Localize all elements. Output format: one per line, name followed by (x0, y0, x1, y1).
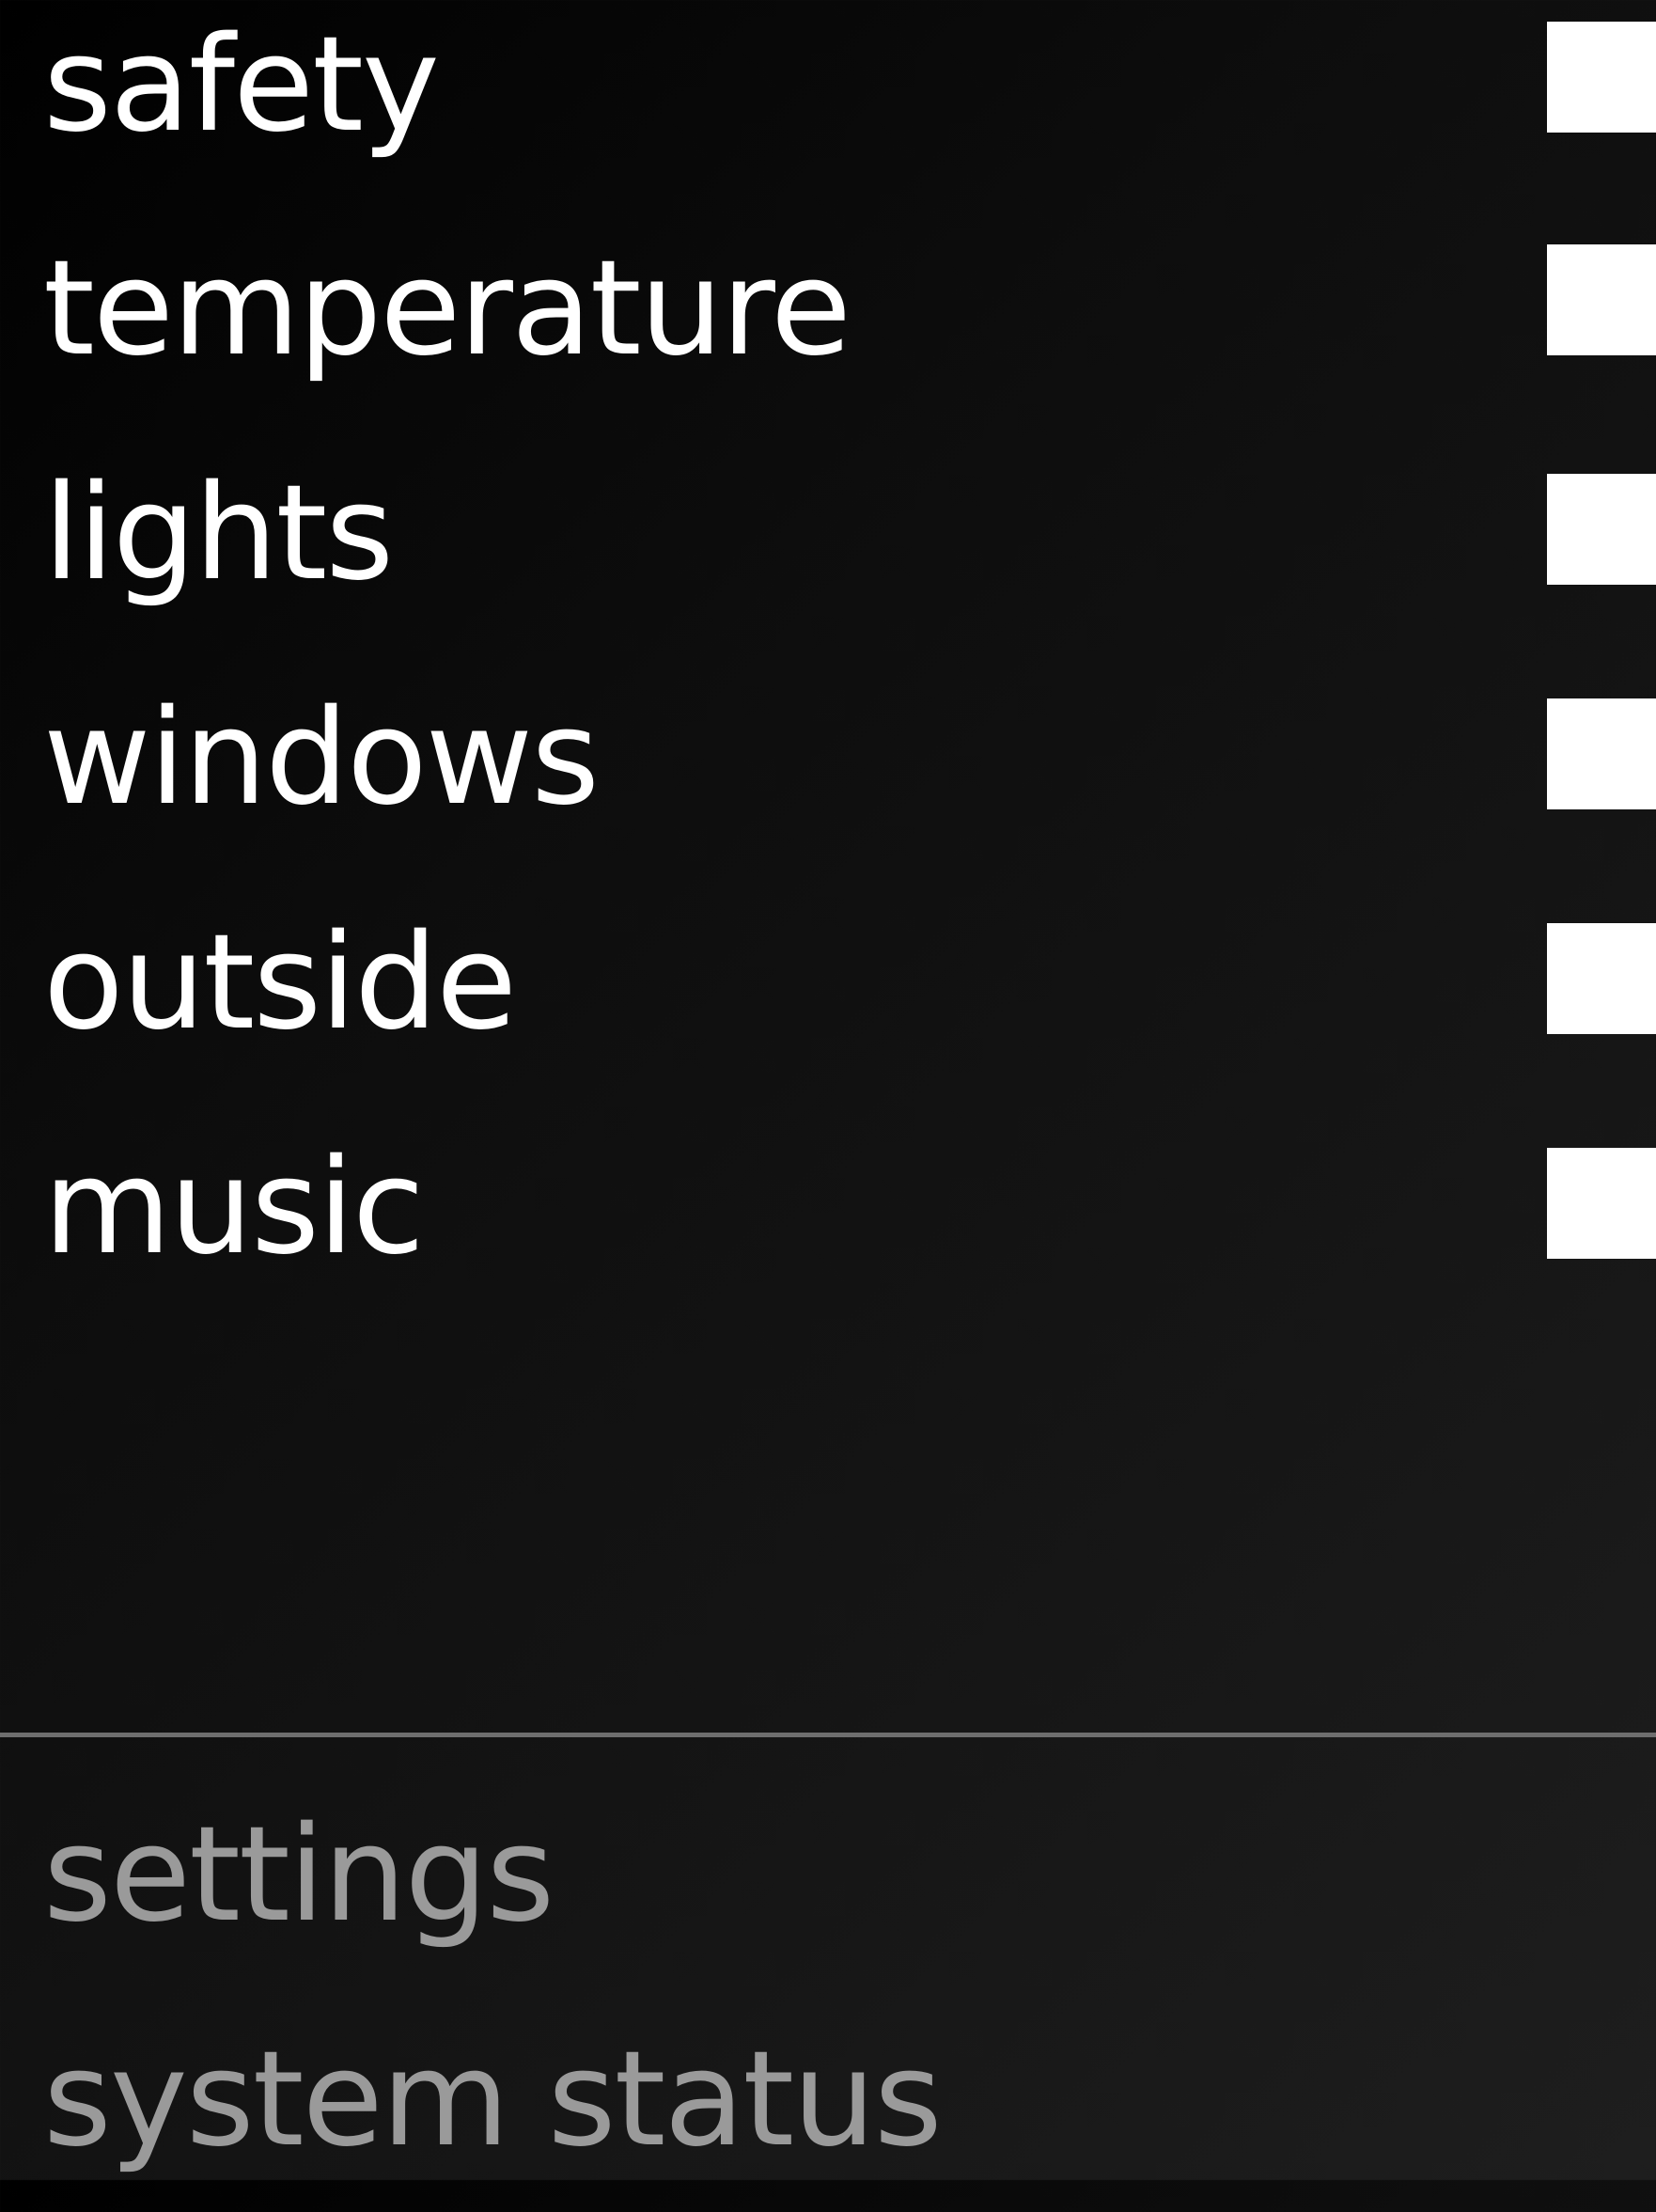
windows-tile-icon[interactable] (1547, 698, 1656, 809)
menu-divider (0, 1733, 1656, 1737)
menu-item-temperature[interactable]: temperature (0, 197, 1656, 421)
menu-item-label: safety (43, 8, 440, 162)
outside-tile-icon[interactable] (1547, 923, 1656, 1034)
menu-item-windows[interactable]: windows (0, 647, 1656, 871)
footer-item-system-status[interactable]: system status (0, 1988, 1656, 2212)
safety-tile-icon[interactable] (1547, 22, 1656, 133)
menu-item-lights[interactable]: lights (0, 422, 1656, 646)
music-tile-icon[interactable] (1547, 1148, 1656, 1259)
lights-tile-icon[interactable] (1547, 474, 1656, 585)
temperature-tile-icon[interactable] (1547, 244, 1656, 355)
footer-item-label: system status (43, 2023, 943, 2176)
footer-item-label: settings (43, 1798, 555, 1952)
menu-item-label: lights (43, 457, 394, 610)
menu-item-label: music (43, 1131, 425, 1284)
menu-item-label: outside (43, 906, 517, 1059)
footer-item-settings[interactable]: settings (0, 1764, 1656, 1987)
menu-item-label: temperature (43, 232, 851, 385)
menu-item-label: windows (43, 682, 600, 835)
main-menu: safety temperature lights windows outsid… (0, 0, 1656, 2180)
menu-item-safety[interactable]: safety (0, 0, 1656, 197)
menu-item-outside[interactable]: outside (0, 871, 1656, 1095)
menu-item-music[interactable]: music (0, 1096, 1656, 1320)
